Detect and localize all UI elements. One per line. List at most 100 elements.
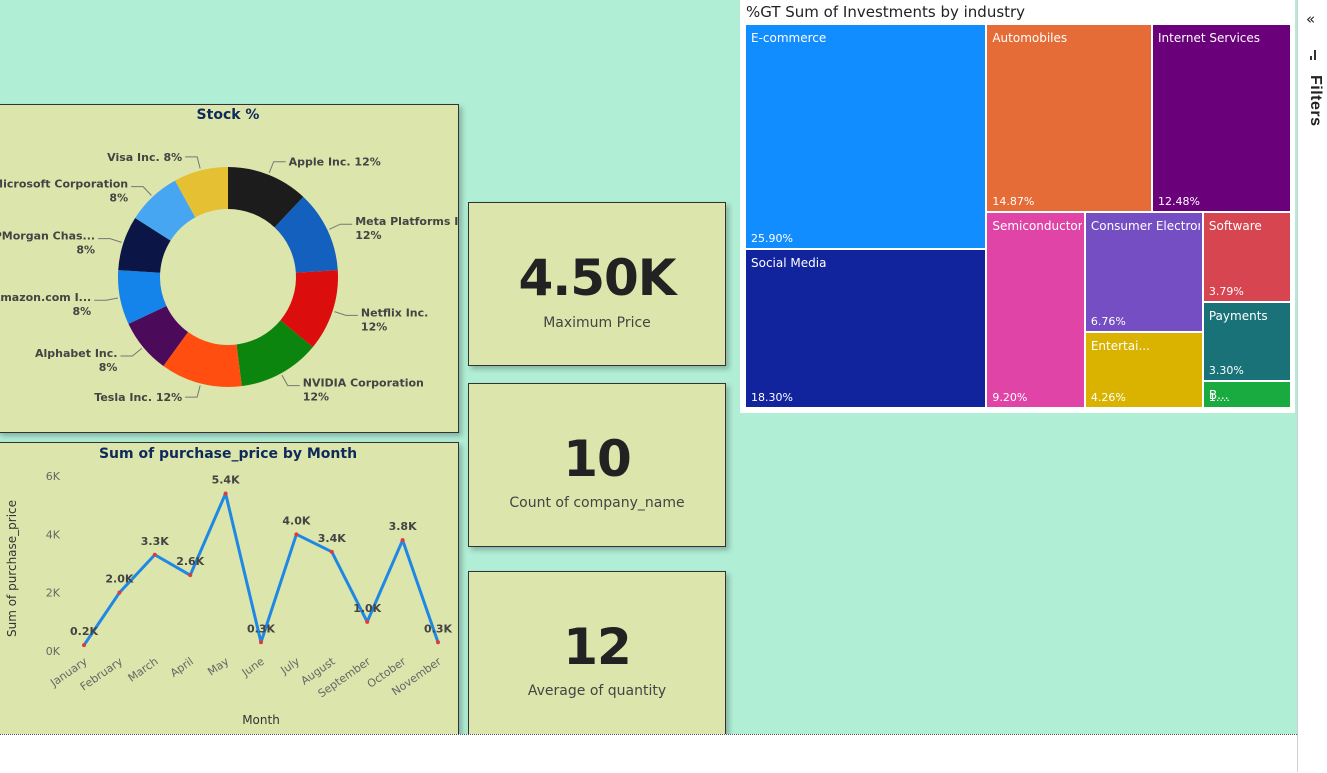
x-tick-label: June: [239, 655, 267, 680]
data-point[interactable]: [82, 643, 86, 648]
donut-slice-label: Tesla Inc. 12%: [94, 391, 182, 404]
donut-slice-percent: 8%: [109, 192, 128, 205]
treemap-tile-label: Entertai...: [1090, 339, 1150, 354]
stock-percent-donut-visual[interactable]: Stock % Apple Inc. 12%Meta Platforms Inc…: [0, 104, 459, 433]
kpi-label: Average of quantity: [527, 683, 667, 699]
purchase-price-line-visual[interactable]: Sum of purchase_price by Month 0K 2K 4K 6K S…: [0, 442, 459, 734]
treemap-tile-label: Internet Services: [1157, 31, 1261, 45]
treemap-tile-percent: 9.20%: [992, 390, 1028, 404]
treemap-tile[interactable]: B... 1....: [1202, 380, 1291, 408]
donut-slice-percent: 12%: [361, 320, 387, 333]
filters-pane[interactable]: « Filters: [1297, 0, 1327, 772]
filter-icon: [1310, 50, 1320, 60]
treemap-tile-percent: 12.48%: [1157, 195, 1200, 209]
donut-leader-line: [268, 161, 286, 174]
kpi-card-maximum-price[interactable]: 4.50K Maximum Price: [468, 202, 726, 366]
donut-slice-label: Microsoft Corporation: [0, 178, 128, 191]
data-label: 0.3K: [424, 622, 452, 635]
data-point[interactable]: [223, 491, 228, 496]
data-point[interactable]: [188, 573, 193, 578]
data-point[interactable]: [259, 640, 263, 645]
treemap-tile[interactable]: Payments 3.30%: [1202, 302, 1291, 381]
kpi-card-count-company[interactable]: 10 Count of company_name: [468, 383, 726, 547]
donut-leader-line: [185, 385, 201, 398]
y-tick-label: 0K: [46, 645, 61, 658]
data-point[interactable]: [400, 538, 405, 543]
kpi-value: 4.50K: [518, 249, 676, 307]
kpi-value: 12: [563, 618, 632, 676]
treemap-tile-percent: 1....: [1208, 390, 1230, 404]
treemap-tile-label: Consumer Electronics: [1090, 219, 1200, 234]
treemap-tile-percent: 18.30%: [751, 390, 793, 404]
donut-slice-label: Apple Inc. 12%: [289, 156, 381, 169]
donut-slice-percent: 8%: [73, 305, 92, 318]
donut-leader-line: [281, 374, 300, 387]
treemap-tile-percent: 6.76%: [1090, 315, 1126, 329]
y-axis-label: Sum of purchase_price: [5, 500, 19, 637]
treemap-tile[interactable]: Semiconductors 9.20%: [986, 212, 1085, 408]
data-point[interactable]: [294, 532, 299, 537]
y-tick-label: 6K: [46, 470, 61, 483]
data-point[interactable]: [329, 549, 334, 554]
line-chart-svg: 0K2K4K6KSum of purchase_priceJanuaryFebr…: [5, 470, 452, 727]
treemap-tile-label: Social Media: [751, 256, 827, 270]
treemap-tile-label: Semiconductors: [992, 219, 1082, 234]
donut-leader-line: [131, 186, 152, 196]
kpi-value: 10: [563, 430, 632, 488]
data-label: 2.0K: [105, 573, 133, 586]
treemap-tile[interactable]: Automobiles 14.87%: [986, 24, 1152, 213]
data-label: 0.2K: [70, 625, 98, 638]
treemap-tile[interactable]: Internet Services 12.48%: [1151, 24, 1291, 213]
filters-label[interactable]: Filters: [1306, 75, 1324, 127]
donut-leader-line: [120, 348, 143, 357]
data-point[interactable]: [365, 619, 370, 624]
donut-slice-label: NVIDIA Corporation: [303, 377, 424, 390]
treemap-tile-label: Payments: [1208, 309, 1268, 324]
x-tick-label: July: [278, 655, 303, 678]
donut-leader-line: [185, 156, 201, 169]
data-label: 3.3K: [141, 535, 169, 548]
treemap-tile-percent: 3.30%: [1208, 363, 1244, 377]
donut-slice-label: Amazon.com I...: [0, 291, 91, 304]
donut-slice-label: JPMorgan Chas...: [0, 230, 95, 243]
donut-slice-percent: 12%: [303, 391, 329, 404]
donut-slice-percent: 8%: [99, 361, 118, 374]
donut-slice-label: Meta Platforms Inc.: [355, 215, 458, 228]
kpi-label: Count of company_name: [509, 495, 685, 511]
treemap-tile-label: Software: [1208, 219, 1262, 234]
data-label: 0.3K: [247, 622, 275, 635]
data-point[interactable]: [436, 640, 440, 645]
treemap-tile-label: E-commerce: [751, 31, 827, 45]
treemap-tile[interactable]: Social Media 18.30%: [745, 249, 987, 408]
collapse-chevron-icon[interactable]: «: [1306, 10, 1315, 28]
donut-chart-svg: Apple Inc. 12%Meta Platforms Inc.12%Netf…: [0, 151, 458, 404]
treemap-tile[interactable]: E-commerce 25.90%: [745, 24, 987, 249]
treemap-tile-percent: 4.26%: [1090, 390, 1126, 404]
x-axis-label: Month: [242, 713, 280, 727]
kpi-card-average-quantity[interactable]: 12 Average of quantity: [468, 571, 726, 734]
data-point[interactable]: [117, 590, 122, 595]
data-label: 2.6K: [176, 555, 204, 568]
x-tick-label: March: [126, 655, 161, 685]
donut-leader-line: [334, 311, 358, 316]
x-tick-label: May: [205, 655, 231, 679]
data-label: 1.0K: [353, 602, 381, 615]
treemap-tile-percent: 3.79%: [1208, 285, 1244, 299]
kpi-label: Maximum Price: [543, 315, 651, 331]
treemap-tile[interactable]: Software 3.79%: [1202, 212, 1291, 303]
treemap-tile[interactable]: Entertai... 4.26%: [1084, 332, 1203, 408]
donut-slice-percent: 8%: [76, 244, 95, 257]
donut-slice-label: Alphabet Inc.: [35, 347, 117, 360]
donut-slice-label: Netflix Inc.: [361, 306, 428, 319]
investments-treemap-visual[interactable]: %GT Sum of Investments by industry E-com…: [740, 0, 1295, 413]
treemap-tile[interactable]: Consumer Electronics 6.76%: [1084, 212, 1203, 333]
treemap-tile-label: Automobiles: [992, 31, 1068, 45]
data-label: 3.4K: [318, 532, 346, 545]
donut-slice-percent: 12%: [355, 229, 381, 242]
donut-leader-line: [94, 297, 119, 301]
treemap-title: %GT Sum of Investments by industry: [746, 3, 1026, 21]
data-point[interactable]: [152, 552, 157, 557]
treemap-tile-percent: 25.90%: [751, 232, 793, 245]
treemap-tile-percent: 14.87%: [992, 195, 1035, 209]
donut-leader-line: [329, 223, 353, 230]
